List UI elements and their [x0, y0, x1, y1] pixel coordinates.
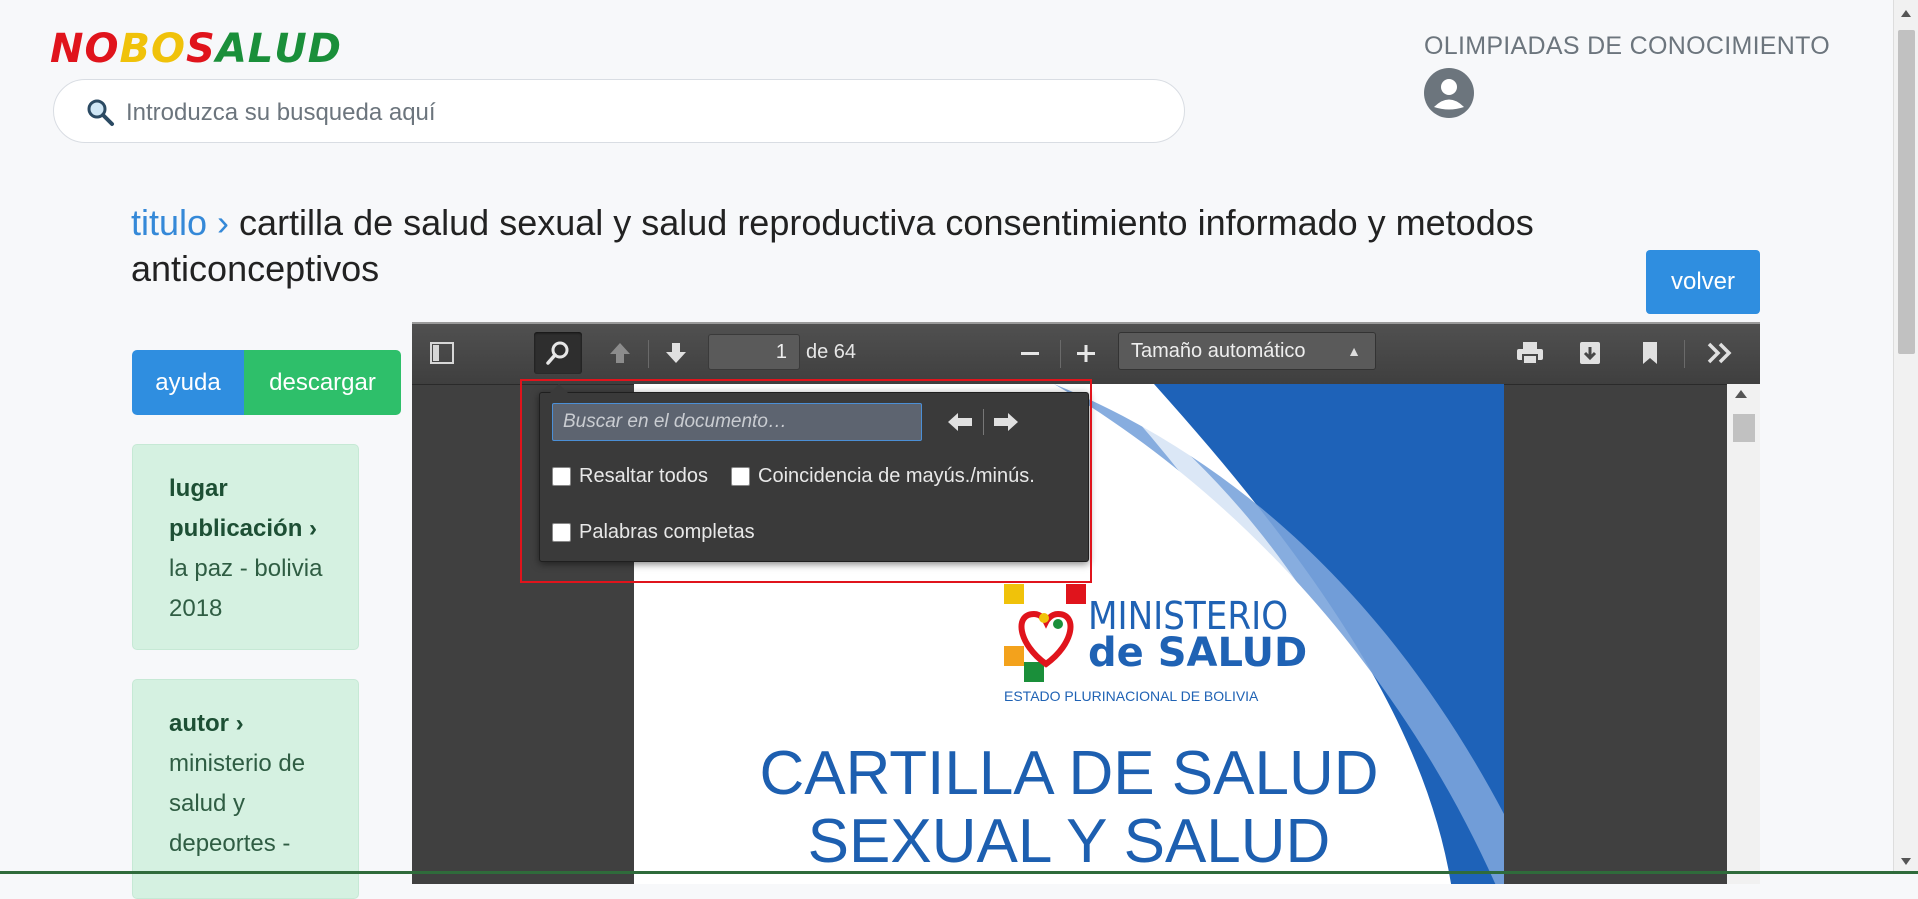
user-avatar-icon[interactable]: [1424, 68, 1474, 118]
window-scroll-up-icon[interactable]: [1901, 10, 1911, 17]
place-label: lugar publicación ›: [169, 475, 318, 542]
cover-title: CARTILLA DE SALUD SEXUAL Y SALUD: [634, 740, 1504, 876]
find-input[interactable]: [552, 403, 922, 441]
author-card: autor › ministerio de salud y depeortes …: [132, 679, 359, 899]
page-number-input[interactable]: 1: [708, 334, 800, 370]
match-case-label: Coincidencia de mayús./minús.: [758, 465, 1035, 487]
title-breadcrumb-link[interactable]: titulo ›: [131, 202, 229, 243]
site-logo[interactable]: NOBOSALUD: [50, 22, 342, 76]
next-page-icon[interactable]: [652, 332, 700, 374]
page-total: de 64: [806, 341, 857, 363]
whole-words-label: Palabras completas: [579, 521, 755, 543]
zoom-in-icon[interactable]: [1062, 332, 1110, 374]
pdf-toolbar: 1 de 64 Tamaño automático ▲: [412, 324, 1760, 384]
whole-words-box[interactable]: [552, 523, 571, 542]
logo-letter: U: [274, 26, 308, 72]
page-title: titulo › cartilla de salud sexual y salu…: [131, 200, 1651, 292]
print-icon[interactable]: [1506, 332, 1554, 374]
window-scroll-down-icon[interactable]: [1901, 858, 1911, 865]
logo-letter: B: [119, 26, 151, 72]
descargar-button[interactable]: descargar: [244, 350, 401, 415]
find-previous-icon[interactable]: [940, 405, 980, 439]
highlight-all-label: Resaltar todos: [579, 465, 708, 487]
volver-button[interactable]: volver: [1646, 250, 1760, 314]
search-icon: [87, 99, 114, 126]
find-next-icon[interactable]: [986, 405, 1026, 439]
sidebar-toggle-icon[interactable]: [418, 332, 466, 374]
find-toggle-icon[interactable]: [534, 332, 582, 374]
zoom-out-icon[interactable]: [1006, 332, 1054, 374]
estado-text: ESTADO PLURINACIONAL DE BOLIVIA: [1004, 688, 1259, 704]
scroll-up-icon[interactable]: [1735, 390, 1747, 398]
match-case-checkbox[interactable]: Coincidencia de mayús./minús.: [731, 465, 1035, 488]
window-scrollbar[interactable]: [1893, 0, 1918, 874]
search-bar: [53, 79, 1185, 143]
zoom-select[interactable]: Tamaño automático ▲: [1118, 332, 1376, 370]
download-icon[interactable]: [1566, 332, 1614, 374]
search-input[interactable]: [124, 92, 1128, 134]
logo-letter: O: [151, 26, 187, 72]
bookmark-icon[interactable]: [1626, 332, 1674, 374]
viewer-scrollbar[interactable]: [1727, 384, 1760, 884]
whole-words-checkbox[interactable]: Palabras completas: [552, 521, 755, 544]
highlight-all-box[interactable]: [552, 467, 571, 486]
author-label: autor ›: [169, 710, 244, 737]
author-value: ministerio de salud y depeortes -: [169, 750, 306, 857]
de-salud-text: de SALUD: [1088, 630, 1308, 676]
find-bar: Resaltar todos Coincidencia de mayús./mi…: [539, 384, 1089, 562]
tools-menu-icon[interactable]: [1696, 332, 1744, 374]
logo-letter: D: [307, 26, 342, 72]
match-case-box[interactable]: [731, 467, 750, 486]
cover-title-line1: CARTILLA DE SALUD: [759, 739, 1379, 808]
viewer-scroll-thumb[interactable]: [1733, 414, 1755, 442]
highlight-all-checkbox[interactable]: Resaltar todos: [552, 465, 708, 488]
logo-letter: S: [186, 26, 216, 72]
logo-letter: O: [84, 26, 120, 72]
place-value: la paz - bolivia 2018: [169, 555, 323, 622]
cover-title-line2: SEXUAL Y SALUD: [807, 807, 1331, 876]
ayuda-button[interactable]: ayuda: [132, 350, 244, 415]
logo-letter: L: [247, 26, 275, 72]
zoom-select-value: Tamaño automático: [1131, 340, 1306, 362]
logo-letter: A: [215, 26, 248, 72]
previous-page-icon[interactable]: [596, 332, 644, 374]
pdf-viewer: 1 de 64 Tamaño automático ▲ MINISTERIO d…: [412, 322, 1760, 884]
logo-letter: N: [50, 26, 85, 72]
publication-place-card: lugar publicación › la paz - bolivia 201…: [132, 444, 359, 650]
select-arrows-icon: ▲: [1347, 343, 1361, 359]
title-text: cartilla de salud sexual y salud reprodu…: [131, 202, 1534, 289]
olimpiadas-link[interactable]: OLIMPIADAS DE CONOCIMIENTO: [1424, 32, 1830, 61]
window-scroll-thumb[interactable]: [1898, 30, 1915, 354]
